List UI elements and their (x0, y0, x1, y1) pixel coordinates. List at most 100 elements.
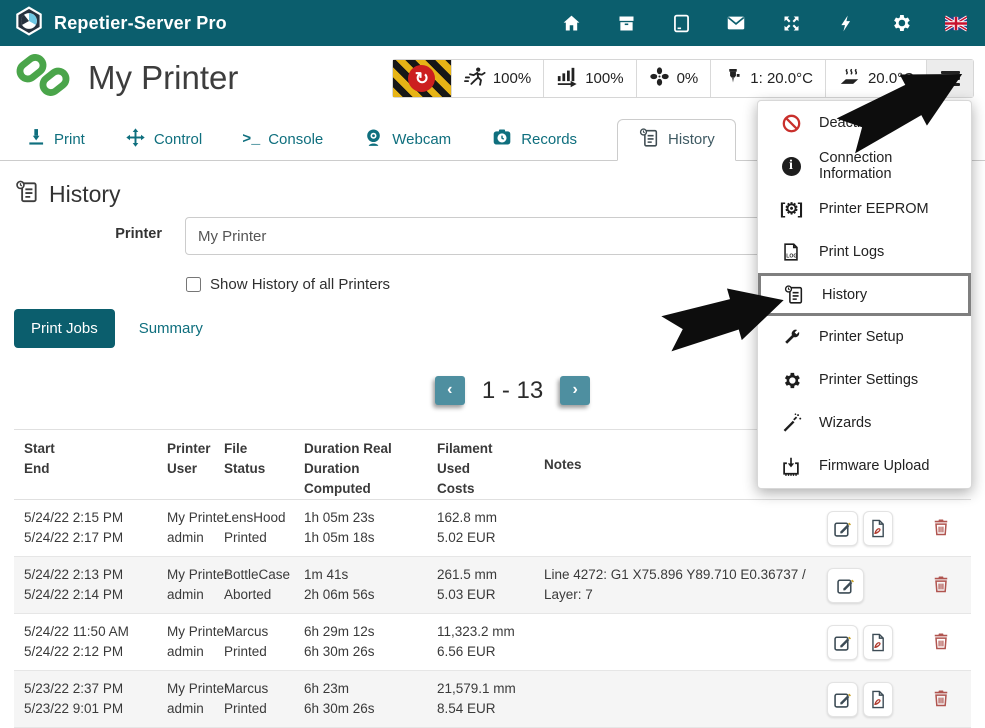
tab-control-label: Control (154, 131, 202, 148)
speed-value: 100% (493, 70, 531, 87)
tab-history-label: History (668, 131, 715, 148)
manual-icon[interactable] (670, 12, 692, 34)
summary-link[interactable]: Summary (139, 320, 203, 337)
fan-icon (649, 66, 670, 91)
table-row: 5/23/22 2:37 PM5/23/22 9:01 PM My Printe… (14, 671, 971, 728)
tab-webcam[interactable]: Webcam (363, 118, 451, 160)
delete-entry-button[interactable] (931, 631, 951, 654)
page-range: 1 - 13 (482, 377, 543, 405)
menu-item-deactivate[interactable]: Deactivate (758, 102, 971, 145)
history-heading: History (14, 179, 121, 210)
printer-header: My Printer (14, 52, 238, 103)
emergency-stop-icon: ↻ (408, 65, 435, 92)
language-flag-uk-icon[interactable] (945, 12, 967, 34)
edit-note-button[interactable] (827, 682, 858, 717)
magic-wand-icon (778, 411, 804, 435)
menu-item-history[interactable]: History (758, 273, 971, 316)
edit-note-button[interactable] (827, 568, 864, 603)
pdf-report-button[interactable] (863, 682, 894, 717)
menu-item-print-logs[interactable]: LOG Print Logs (758, 230, 971, 273)
history-clipboard-icon (638, 127, 660, 153)
table-row: 5/24/22 11:50 AM5/24/22 2:12 PM My Print… (14, 614, 971, 671)
power-bolt-icon[interactable] (835, 12, 857, 34)
flow-value: 100% (585, 70, 623, 87)
heated-bed-icon (838, 66, 861, 92)
tab-history[interactable]: History (617, 119, 736, 161)
printer-dropdown-menu: Deactivate i Connection Information [⚙] … (757, 100, 972, 489)
menu-item-firmware-upload[interactable]: Firmware Upload (758, 444, 971, 487)
tab-console[interactable]: >_ Console (242, 118, 323, 160)
tab-webcam-label: Webcam (392, 131, 451, 148)
extruder-icon (723, 66, 743, 91)
console-prompt-icon: >_ (242, 131, 260, 148)
records-camera-icon (491, 127, 513, 152)
home-icon[interactable] (560, 12, 582, 34)
mail-icon[interactable] (725, 12, 747, 34)
menu-item-connection-information[interactable]: i Connection Information (758, 145, 971, 188)
menu-item-printer-eeprom[interactable]: [⚙] Printer EEPROM (758, 188, 971, 231)
speed-runner-icon (464, 66, 486, 92)
bed-temp-value: 20.0°C (868, 70, 914, 87)
history-view-switch: Print Jobs Summary (14, 309, 203, 348)
delete-entry-button[interactable] (931, 688, 951, 711)
pdf-report-button[interactable] (863, 511, 894, 546)
emergency-stop-button[interactable]: ↻ (393, 60, 451, 97)
tab-control[interactable]: Control (125, 118, 202, 160)
menu-item-printer-setup[interactable]: Printer Setup (758, 316, 971, 359)
webcam-icon (363, 127, 384, 152)
print-jobs-button[interactable]: Print Jobs (14, 309, 115, 348)
next-page-button[interactable]: › (560, 376, 590, 405)
show-all-printers-row: Show History of all Printers (186, 276, 390, 293)
eeprom-chip-icon: [⚙] (778, 197, 804, 221)
edit-note-button[interactable] (827, 625, 858, 660)
deactivate-icon (778, 111, 804, 135)
bed-temp-badge: 20.0°C (825, 60, 926, 97)
printer-status-bar: ↻ 100% 100% (392, 59, 974, 98)
tab-records[interactable]: Records (491, 118, 577, 160)
tab-console-label: Console (268, 131, 323, 148)
print-nozzle-icon (26, 127, 46, 151)
printer-select-label: Printer (0, 226, 162, 242)
tab-print-label: Print (54, 131, 85, 148)
pdf-report-button[interactable] (863, 625, 894, 660)
log-file-icon: LOG (778, 240, 804, 264)
menu-item-wizards[interactable]: Wizards (758, 402, 971, 445)
firmware-upload-icon (778, 454, 804, 478)
brand: Repetier-Server Pro (0, 6, 227, 41)
fullscreen-icon[interactable] (780, 12, 802, 34)
table-row: 5/24/22 2:15 PM5/24/22 2:17 PM My Printe… (14, 500, 971, 557)
fan-speed-badge: 0% (636, 60, 711, 97)
prev-page-button[interactable]: ‹ (435, 376, 465, 405)
show-all-printers-label: Show History of all Printers (210, 276, 390, 293)
page-title: My Printer (88, 59, 238, 97)
repetier-logo-icon (14, 6, 44, 41)
extruder-temp-badge: 1: 20.0°C (710, 60, 825, 97)
hamburger-icon (941, 71, 960, 86)
flow-multiplier-badge: 100% (543, 60, 635, 97)
flow-bars-icon (556, 66, 578, 92)
menu-item-printer-settings[interactable]: Printer Settings (758, 359, 971, 402)
info-icon: i (778, 154, 804, 178)
printer-menu-button[interactable] (926, 60, 973, 97)
edit-note-button[interactable] (827, 511, 858, 546)
connected-chain-icon (14, 52, 72, 103)
extruder-temp-value: 1: 20.0°C (750, 70, 813, 87)
brand-title: Repetier-Server Pro (54, 13, 227, 34)
navbar-actions (560, 12, 985, 34)
delete-entry-button[interactable] (931, 517, 951, 540)
settings-gear-icon (778, 368, 804, 392)
global-settings-gear-icon[interactable] (890, 12, 912, 34)
delete-entry-button[interactable] (931, 574, 951, 597)
history-heading-icon (14, 179, 40, 210)
history-clipboard-icon (781, 283, 807, 307)
show-all-printers-checkbox[interactable] (186, 277, 201, 292)
table-row: 5/24/22 2:13 PM5/24/22 2:14 PM My Printe… (14, 557, 971, 614)
speed-multiplier-badge: 100% (451, 60, 543, 97)
wrench-icon (778, 325, 804, 349)
move-arrows-icon (125, 127, 146, 152)
fan-value: 0% (677, 70, 699, 87)
archive-box-icon[interactable] (615, 12, 637, 34)
tab-records-label: Records (521, 131, 577, 148)
top-navbar: Repetier-Server Pro (0, 0, 985, 46)
tab-print[interactable]: Print (26, 118, 85, 160)
